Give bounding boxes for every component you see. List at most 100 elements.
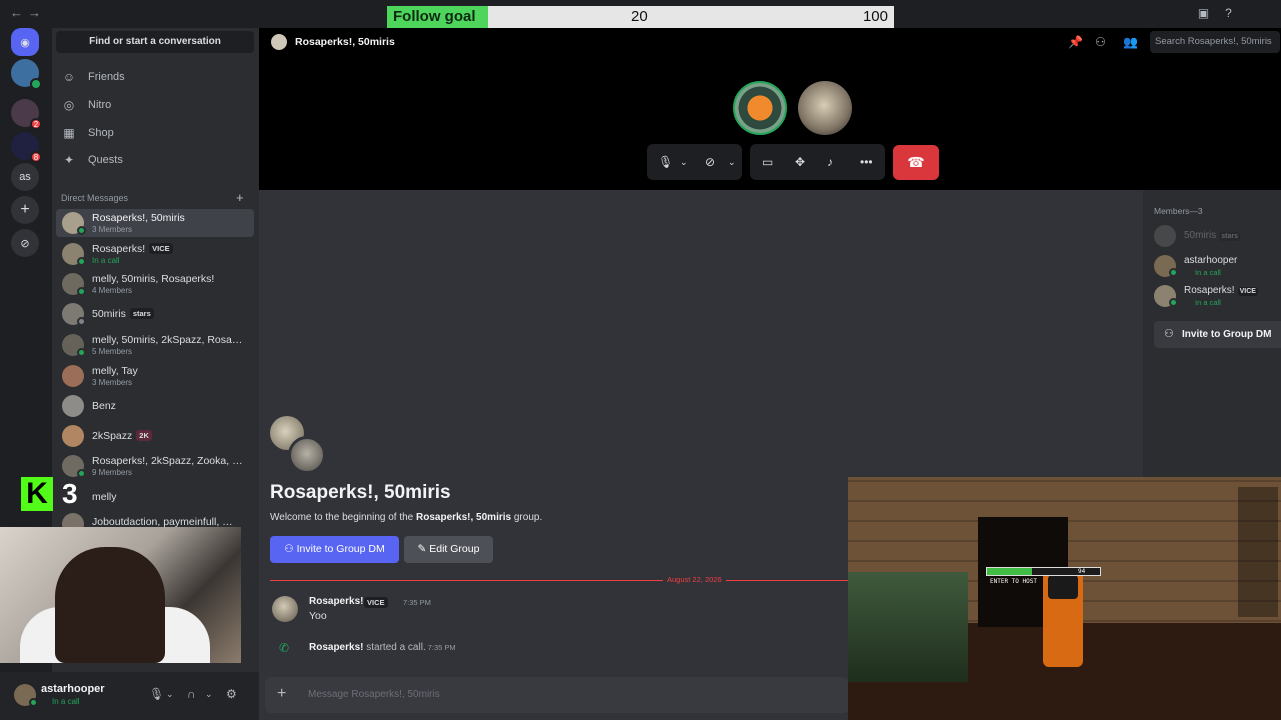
status-icon	[77, 469, 86, 478]
dm-name: melly	[92, 491, 117, 503]
discord-home-icon[interactable]: ◉	[11, 28, 39, 56]
dm-item[interactable]: Benz	[56, 392, 254, 420]
follow-goal-bar: Follow goal 20 100	[387, 6, 894, 28]
app-window: ← → Follow goal 20 100 ▣ ? ◉ 2 8 as + ⊘ …	[0, 0, 1281, 720]
system-message-author[interactable]: Rosaperks!	[309, 642, 363, 653]
dm-item[interactable]: melly, 50miris, 2kSpazz, Rosaperks!… 5 M…	[56, 331, 254, 359]
soundboard-icon[interactable]: ♪	[827, 155, 833, 169]
welcome-text: Welcome to the beginning of the Rosaperk…	[270, 512, 542, 523]
help-icon[interactable]: ?	[1222, 7, 1235, 20]
title-bar: ← → Follow goal 20 100 ▣ ?	[0, 0, 1281, 28]
more-icon[interactable]: •••	[860, 155, 873, 169]
nav-friends[interactable]: ☺ Friends	[58, 65, 254, 89]
activity-controls: ▭ ✥ ♪ •••	[750, 144, 885, 180]
find-conversation-button[interactable]: Find or start a conversation	[56, 31, 254, 53]
server-as-icon[interactable]: as	[11, 163, 39, 191]
member-name-text: Rosaperks!	[1184, 285, 1235, 296]
game-dumpster	[848, 572, 968, 682]
server-icon[interactable]	[11, 59, 42, 90]
dm-sub: In a call	[92, 256, 120, 265]
voice-controls: 🎙 ⌄ ⊘ ⌄	[647, 144, 742, 180]
quests-icon: ✦	[63, 153, 75, 167]
dm-item[interactable]: melly, Tay 3 Members	[56, 362, 254, 390]
edit-group-button[interactable]: ✎ Edit Group	[404, 536, 493, 563]
nav-friends-label: Friends	[88, 71, 125, 83]
dm-item[interactable]: melly, 50miris, Rosaperks! 4 Members	[56, 270, 254, 298]
friends-icon: ☺	[62, 70, 76, 84]
nav-nitro[interactable]: ◎ Nitro	[58, 93, 254, 117]
status-icon	[29, 698, 38, 707]
members-icon[interactable]: 👥	[1123, 35, 1138, 49]
dm-item[interactable]: Rosaperks!, 2kSpazz, Zooka, Ko… 9 Member…	[56, 452, 254, 480]
member-item[interactable]: 50miris stars	[1154, 222, 1281, 248]
message-author[interactable]: Rosaperks!	[309, 596, 363, 607]
channel-header: Rosaperks!, 50miris 📌 ⚇ 👥 Search Rosaper…	[259, 28, 1281, 56]
dm-item[interactable]: 50miris stars	[56, 300, 254, 328]
add-user-icon: ⚇	[284, 543, 297, 555]
chevron-down-icon[interactable]: ⌄	[680, 157, 688, 168]
group-avatar	[271, 34, 287, 50]
microphone-icon[interactable]: 🎙	[658, 155, 673, 169]
arrow-left-icon[interactable]: ←	[10, 5, 23, 20]
invite-to-group-button[interactable]: ⚇ Invite to Group DM	[270, 536, 399, 563]
member-name-text: 50miris	[1184, 230, 1217, 241]
server-icon[interactable]: 2	[11, 99, 42, 130]
system-message-timestamp: 7:35 PM	[427, 643, 456, 652]
status-icon	[1169, 268, 1178, 277]
nav-shop[interactable]: ▦ Shop	[58, 121, 254, 145]
dm-tag: stars	[129, 308, 154, 319]
welcome-title: Rosaperks!, 50miris	[270, 482, 451, 503]
game-hud-label: ENTER TO HOST	[990, 578, 1037, 585]
avatar[interactable]	[272, 596, 298, 622]
welcome-text-prefix: Welcome to the beginning of the	[270, 512, 417, 523]
invite-to-group-button[interactable]: ⚇ Invite to Group DM	[1154, 321, 1281, 348]
screen-share-icon[interactable]: ▭	[762, 155, 773, 169]
dm-item[interactable]: Rosaperks!, 50miris 3 Members	[56, 209, 254, 237]
call-avatar[interactable]	[798, 81, 852, 135]
dm-item[interactable]: melly	[56, 483, 254, 511]
add-attachment-icon[interactable]: +	[277, 685, 286, 703]
user-status: In a call	[52, 697, 80, 706]
nav-quests-label: Quests	[88, 154, 123, 166]
group-avatar	[288, 436, 326, 474]
arrow-right-icon[interactable]: →	[28, 5, 41, 20]
dm-sub: 9 Members	[92, 468, 133, 477]
game-hud-fill	[987, 568, 1033, 575]
disconnect-call-button[interactable]: ☎	[893, 145, 939, 180]
dm-name: Rosaperks!, 2kSpazz, Zooka, Ko…	[92, 455, 248, 467]
message-input[interactable]: Message Rosaperks!, 50miris	[308, 689, 440, 700]
game-hud-value: 94	[1078, 568, 1086, 575]
add-friends-icon[interactable]: ⚇	[1095, 35, 1106, 49]
activities-icon[interactable]: ✥	[795, 155, 805, 169]
chevron-down-icon[interactable]: ⌄	[728, 157, 736, 168]
create-dm-icon[interactable]: +	[236, 190, 244, 205]
dm-name: Benz	[92, 400, 116, 412]
member-status: In a call	[1195, 298, 1221, 307]
nav-quests[interactable]: ✦ Quests	[58, 148, 254, 172]
message-composer[interactable]: + Message Rosaperks!, 50miris	[265, 677, 849, 713]
member-item[interactable]: Rosaperks! VICE In a call	[1154, 282, 1281, 308]
camera-off-icon[interactable]: ⊘	[705, 155, 715, 169]
chevron-down-icon[interactable]: ⌄	[166, 689, 174, 700]
server-icon[interactable]: 8	[11, 132, 42, 163]
dm-tag: VICE	[149, 243, 173, 254]
inbox-icon[interactable]: ▣	[1197, 7, 1210, 20]
phone-hangup-icon: ☎	[907, 154, 925, 170]
discover-icon[interactable]: ⊘	[11, 229, 39, 257]
call-avatar[interactable]	[733, 81, 787, 135]
chevron-down-icon[interactable]: ⌄	[205, 689, 213, 700]
system-message: Rosaperks! started a call. 7:35 PM	[309, 642, 456, 653]
dm-item[interactable]: Rosaperks! VICE In a call	[56, 240, 254, 268]
search-input[interactable]: Search Rosaperks!, 50miris	[1150, 31, 1280, 53]
add-server-icon[interactable]: +	[11, 196, 39, 224]
gear-icon[interactable]: ⚙	[226, 687, 237, 701]
member-item[interactable]: astarhooper In a call	[1154, 252, 1281, 278]
dm-item[interactable]: 2kSpazz 2K	[56, 422, 254, 450]
avatar	[62, 425, 84, 447]
invite-to-group-label: Invite to Group DM	[296, 543, 385, 555]
message-author-tag: VICE	[364, 597, 388, 608]
edit-group-label: Edit Group	[429, 543, 480, 555]
microphone-icon[interactable]: 🎙	[149, 687, 164, 701]
headphones-icon[interactable]: ∩	[187, 687, 196, 701]
pin-icon[interactable]: 📌	[1068, 35, 1083, 49]
